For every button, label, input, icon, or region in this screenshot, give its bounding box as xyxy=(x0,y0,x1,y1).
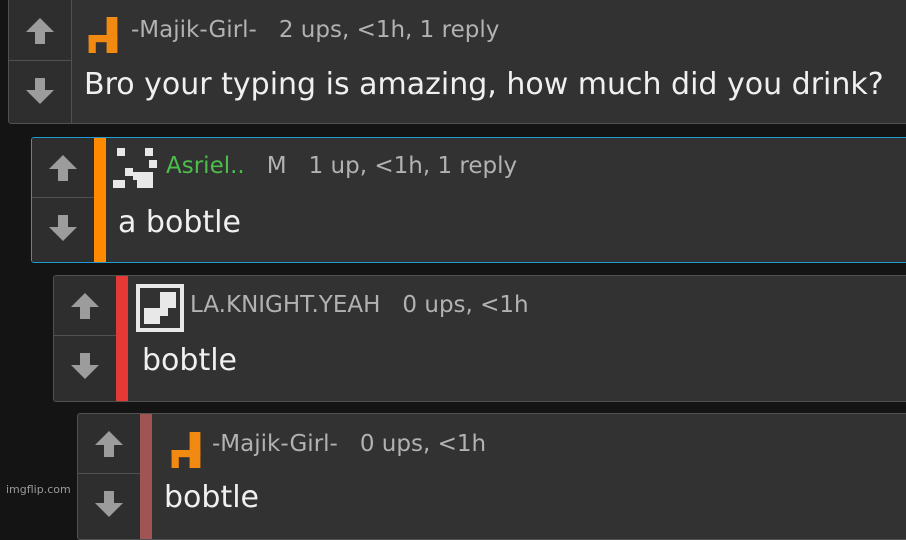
mod-badge: M xyxy=(266,153,287,179)
comment-meta: LA.KNIGHT.YEAH 0 ups, <1h xyxy=(190,294,529,317)
username-link[interactable]: -Majik-Girl- xyxy=(212,431,338,457)
upvote-button[interactable] xyxy=(32,138,94,198)
up-arrow-icon xyxy=(71,292,99,319)
pixel-square-avatar-icon[interactable] xyxy=(136,284,184,332)
up-arrow-icon xyxy=(26,17,54,44)
comment-3: LA.KNIGHT.YEAH 0 ups, <1h bobtle xyxy=(53,275,906,402)
pixel-face-avatar-icon[interactable] xyxy=(113,144,161,192)
comment-text: bobtle xyxy=(142,343,237,378)
vote-column xyxy=(54,276,117,401)
comment-4: -Majik-Girl- 0 ups, <1h bobtle xyxy=(77,413,906,540)
comment-stats: 0 ups, <1h xyxy=(402,292,529,318)
imgflip-watermark: imgflip.com xyxy=(6,483,71,496)
downvote-button[interactable] xyxy=(78,474,140,534)
comment-text: bobtle xyxy=(164,480,259,515)
comment-meta: Asriel.. M 1 up, <1h, 1 reply xyxy=(166,155,517,178)
upvote-button[interactable] xyxy=(78,414,140,474)
orange-block-avatar-icon[interactable] xyxy=(85,17,121,53)
comment-2: Asriel.. M 1 up, <1h, 1 reply a bobtle xyxy=(31,137,906,263)
comment-stats: 1 up, <1h, 1 reply xyxy=(308,153,518,179)
downvote-button[interactable] xyxy=(32,198,94,258)
downvote-button[interactable] xyxy=(9,61,71,121)
comment-stats: 2 ups, <1h, 1 reply xyxy=(278,17,500,43)
comment-stats: 0 ups, <1h xyxy=(359,431,487,457)
vote-column xyxy=(78,414,141,539)
comment-meta: -Majik-Girl- 2 ups, <1h, 1 reply xyxy=(131,19,499,42)
down-arrow-icon xyxy=(71,353,99,379)
vote-column xyxy=(32,138,95,262)
down-arrow-icon xyxy=(95,491,123,517)
comment-meta: -Majik-Girl- 0 ups, <1h xyxy=(212,433,486,456)
thread-depth-stripe xyxy=(116,276,128,401)
downvote-button[interactable] xyxy=(54,336,116,396)
thread-depth-stripe xyxy=(140,414,152,539)
username-link[interactable]: -Majik-Girl- xyxy=(131,17,257,43)
orange-block-avatar-icon[interactable] xyxy=(168,432,204,468)
up-arrow-icon xyxy=(49,154,77,181)
comment-text: a bobtle xyxy=(118,205,241,240)
upvote-button[interactable] xyxy=(9,1,71,61)
vote-column xyxy=(9,0,72,123)
down-arrow-icon xyxy=(26,78,54,104)
comment-1: -Majik-Girl- 2 ups, <1h, 1 reply Bro your… xyxy=(8,0,906,124)
username-link[interactable]: LA.KNIGHT.YEAH xyxy=(190,292,380,318)
upvote-button[interactable] xyxy=(54,276,116,336)
username-link[interactable]: Asriel.. xyxy=(166,153,245,179)
thread-depth-stripe xyxy=(94,138,106,262)
down-arrow-icon xyxy=(49,215,77,241)
comment-text: Bro your typing is amazing, how much did… xyxy=(84,67,884,102)
up-arrow-icon xyxy=(95,430,123,457)
